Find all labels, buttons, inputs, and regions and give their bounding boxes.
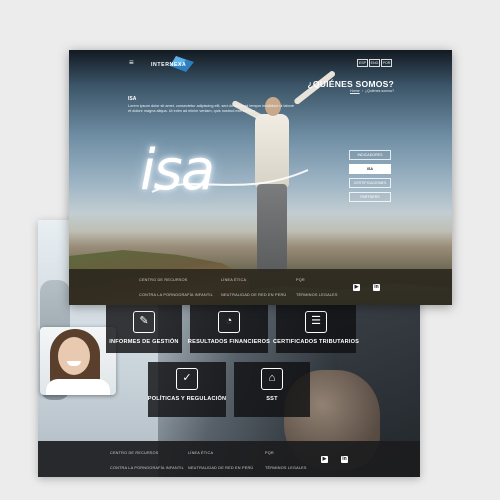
footer-link-centro-recursos[interactable]: CENTRO DE RECURSOS (139, 278, 188, 282)
internexa-logo[interactable]: INTERNEXA (150, 54, 198, 79)
lang-eng[interactable]: ENG (369, 59, 380, 67)
tile-label: SST (266, 396, 278, 402)
side-nav-isa[interactable]: ISA (349, 164, 391, 174)
lang-esp[interactable]: ESP (357, 59, 368, 67)
logo-text: INTERNEXA (151, 62, 187, 68)
top-bar (69, 50, 452, 76)
tile-resultados-financieros[interactable]: ◔ RESULTADOS FINANCIEROS (187, 305, 271, 353)
breadcrumb: Home › ¿Quiénes somos? (300, 89, 394, 93)
footer-link-terminos[interactable]: TÉRMINOS LEGALES (265, 466, 307, 470)
photo-shirt (46, 379, 110, 395)
report-icon: ✎ (133, 311, 155, 333)
breadcrumb-home[interactable]: Home (350, 89, 360, 93)
linkedin-icon[interactable]: in (373, 284, 380, 291)
side-nav-certificaciones[interactable]: CERTIFICACIONES (349, 178, 391, 188)
footer-link-pornografia[interactable]: CONTRA LA PORNOGRAFÍA INFANTIL (139, 293, 213, 297)
tile-sst[interactable]: ⌂ SST (234, 362, 310, 417)
lang-por[interactable]: POR (381, 59, 392, 67)
page-title: ¿QUIÉNES SOMOS? (307, 79, 394, 89)
front-footer (69, 269, 452, 305)
photo-face (58, 337, 90, 375)
hamburger-menu-icon[interactable]: ≡ (129, 59, 134, 67)
breadcrumb-current: ¿Quiénes somos? (364, 89, 394, 93)
tile-label: RESULTADOS FINANCIEROS (187, 339, 271, 345)
footer-link-neutralidad[interactable]: NEUTRALIDAD DE RED EN PERÚ (221, 293, 286, 297)
light-swoosh (151, 169, 309, 193)
lock-icon: ⌂ (261, 368, 283, 390)
side-nav-partners[interactable]: PARTNERS (349, 192, 391, 202)
footer-link-pornografia[interactable]: CONTRA LA PORNOGRAFÍA INFANTIL (110, 466, 184, 470)
tile-label: POLÍTICAS Y REGULACIÓN (147, 396, 227, 402)
chart-monitor-icon: ◔ (218, 311, 240, 333)
youtube-icon[interactable]: ▶ (353, 284, 360, 291)
tile-certificados-tributarios[interactable]: ☰ CERTIFICADOS TRIBUTARIOS (272, 305, 360, 353)
footer-link-centro-recursos[interactable]: CENTRO DE RECURSOS (110, 451, 159, 455)
back-footer (38, 441, 420, 477)
section-text: Lorem ipsum dolor sit amet, consectetur … (128, 104, 295, 113)
breadcrumb-separator: › (360, 89, 364, 93)
side-nav-indicadores[interactable]: INDICADORES (349, 150, 391, 160)
smiling-woman-photo (40, 327, 116, 395)
footer-link-neutralidad[interactable]: NEUTRALIDAD DE RED EN PERÚ (188, 466, 253, 470)
tile-politicas-regulacion[interactable]: ✓ POLÍTICAS Y REGULACIÓN (148, 362, 226, 417)
tile-label: INFORMES DE GESTIÓN (109, 339, 179, 345)
policy-document-icon: ✓ (176, 368, 198, 390)
footer-link-pqr[interactable]: PQR (265, 451, 274, 455)
certificate-icon: ☰ (305, 311, 327, 333)
section-title: ISA (128, 96, 137, 102)
footer-link-linea-etica[interactable]: LÍNEA ÉTICA (188, 451, 213, 455)
youtube-icon[interactable]: ▶ (321, 456, 328, 463)
footer-link-terminos[interactable]: TÉRMINOS LEGALES (296, 293, 338, 297)
tile-informes-gestion[interactable]: ✎ INFORMES DE GESTIÓN (106, 305, 182, 353)
footer-link-linea-etica[interactable]: LÍNEA ÉTICA (221, 278, 246, 282)
footer-link-pqr[interactable]: PQR (296, 278, 305, 282)
linkedin-icon[interactable]: in (341, 456, 348, 463)
tile-label: CERTIFICADOS TRIBUTARIOS (272, 339, 360, 345)
